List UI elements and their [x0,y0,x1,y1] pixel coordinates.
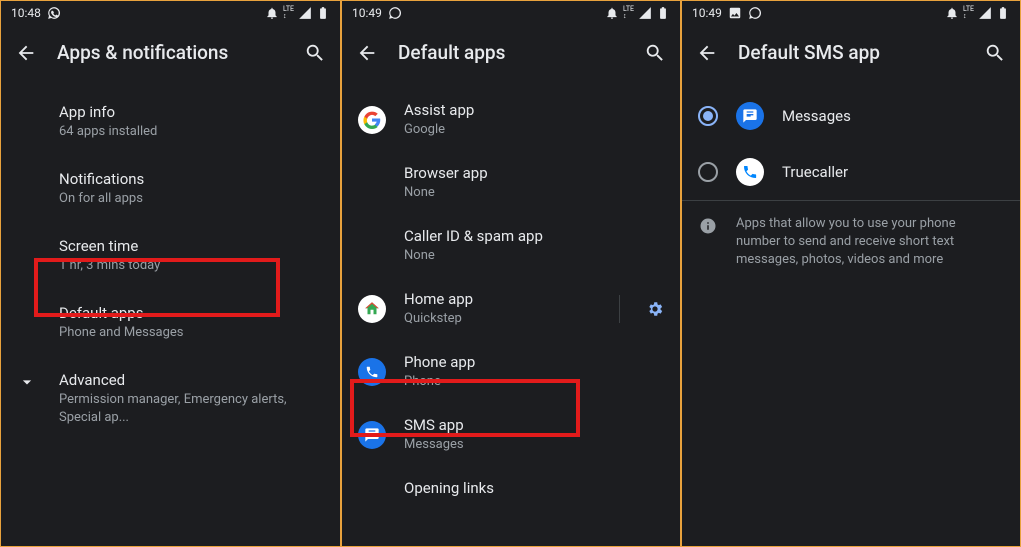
lte-icon: LTE↕ [963,6,974,20]
signal-icon [978,6,992,20]
truecaller-icon [736,158,764,186]
bell-off-icon [945,6,959,20]
radio-selected-icon [698,106,718,126]
list-item-assist-app[interactable]: Assist app Google [342,88,680,151]
bell-off-icon [605,6,619,20]
info-row: Apps that allow you to use your phone nu… [682,201,1020,283]
whatsapp-icon [748,6,762,20]
list-item-advanced[interactable]: Advanced Permission manager, Emergency a… [1,356,340,441]
page-title: Default apps [398,41,624,64]
messages-icon [736,102,764,130]
app-bar: Apps & notifications [1,25,340,80]
whatsapp-icon [47,6,61,20]
app-bar: Default SMS app [682,25,1020,80]
radio-option-truecaller[interactable]: Truecaller [682,144,1020,200]
back-icon[interactable] [696,42,718,64]
screen-default-apps: 10:49 LTE↕ Default apps Assist app Googl… [341,0,681,547]
back-icon[interactable] [15,42,37,64]
page-title: Default SMS app [738,41,964,64]
screen-default-sms: 10:49 LTE↕ Default SMS app Messages [681,0,1021,547]
lte-icon: LTE↕ [283,6,294,20]
info-icon [699,217,717,235]
battery-icon [316,6,330,20]
search-icon[interactable] [984,42,1006,64]
back-icon[interactable] [356,42,378,64]
list-item-home-app[interactable]: Home app Quickstep [342,277,680,340]
status-bar: 10:48 LTE↕ [1,1,340,25]
signal-icon [638,6,652,20]
chevron-down-icon [17,372,37,392]
highlight-sms-app [350,379,580,437]
list-item-notifications[interactable]: Notifications On for all apps [1,155,340,222]
gear-icon[interactable] [646,300,664,318]
signal-icon [298,6,312,20]
radio-option-messages[interactable]: Messages [682,88,1020,144]
status-bar: 10:49 LTE↕ [342,1,680,25]
image-icon [728,6,742,20]
home-icon [358,295,386,323]
status-time: 10:48 [11,6,41,20]
status-bar: 10:49 LTE↕ [682,1,1020,25]
status-time: 10:49 [692,6,722,20]
whatsapp-icon [388,6,402,20]
lte-icon: LTE↕ [623,6,634,20]
highlight-default-apps [34,258,280,317]
list-item-caller-id[interactable]: Caller ID & spam app None [342,214,680,277]
battery-icon [656,6,670,20]
search-icon[interactable] [644,42,666,64]
status-time: 10:49 [352,6,382,20]
google-icon [358,106,386,134]
divider-vertical [619,295,620,323]
list-item-browser-app[interactable]: Browser app None [342,151,680,214]
list-item-app-info[interactable]: App info 64 apps installed [1,88,340,155]
app-bar: Default apps [342,25,680,80]
radio-unselected-icon [698,162,718,182]
page-title: Apps & notifications [57,41,284,64]
bell-off-icon [265,6,279,20]
battery-icon [996,6,1010,20]
list-item-opening-links[interactable]: Opening links [342,466,680,510]
search-icon[interactable] [304,42,326,64]
